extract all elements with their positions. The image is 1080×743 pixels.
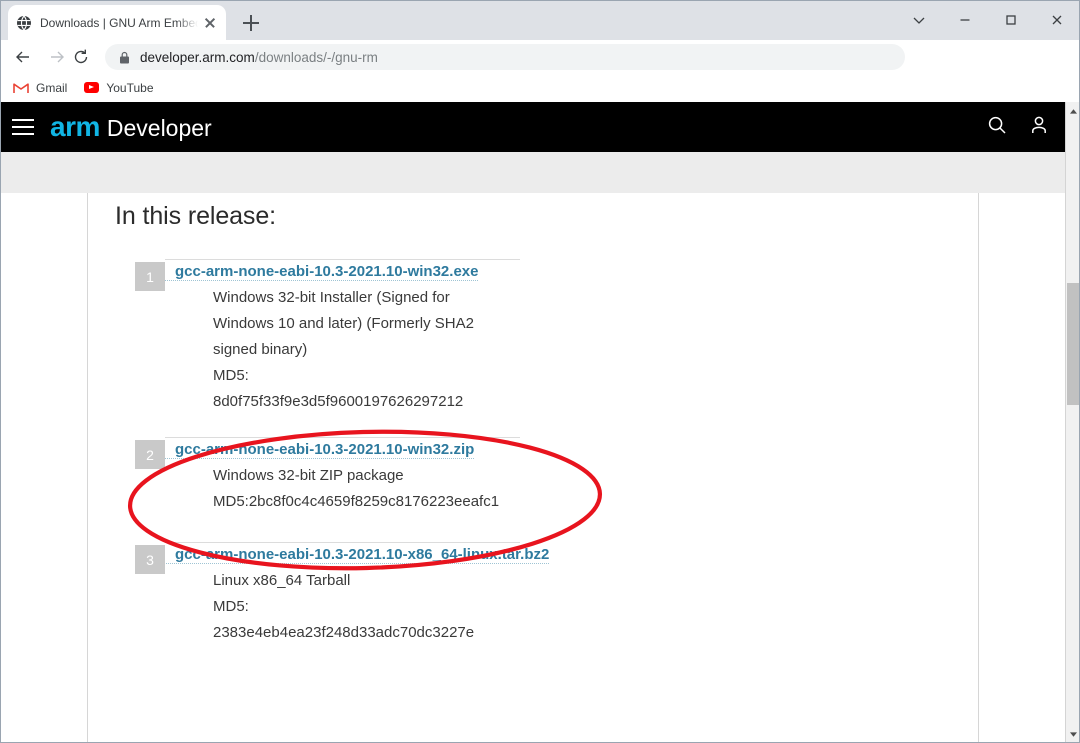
download-link[interactable]: gcc-arm-none-eabi-10.3-2021.10-x86_64-li… xyxy=(150,546,550,564)
url-text: developer.arm.com/downloads/-/gnu-rm xyxy=(140,50,378,65)
globe-icon xyxy=(17,15,31,30)
hamburger-menu-icon[interactable] xyxy=(12,119,34,135)
download-link[interactable]: gcc-arm-none-eabi-10.3-2021.10-win32.exe xyxy=(150,263,479,281)
release-section: In this release: 1 gcc-arm-none-eabi-10.… xyxy=(110,193,610,641)
minimize-icon[interactable] xyxy=(942,0,988,40)
page-viewport: arm Developer In this release: 1 gcc-arm… xyxy=(0,102,1080,743)
item-divider xyxy=(165,437,520,438)
list-item: 3 gcc-arm-none-eabi-10.3-2021.10-x86_64-… xyxy=(110,542,610,646)
left-rail xyxy=(0,193,88,743)
scroll-up-icon[interactable] xyxy=(1066,103,1080,119)
list-item: 2 gcc-arm-none-eabi-10.3-2021.10-win32.z… xyxy=(110,437,610,515)
item-description: Windows 32-bit ZIP package xyxy=(213,467,404,484)
tab-title: Downloads | GNU Arm Embed xyxy=(40,15,198,30)
new-tab-button[interactable] xyxy=(238,10,264,36)
user-account-icon[interactable] xyxy=(1029,115,1049,140)
browser-window: Downloads | GNU Arm Embed developer.arm.… xyxy=(0,0,1080,743)
tab-strip: Downloads | GNU Arm Embed xyxy=(0,0,1080,40)
item-divider xyxy=(165,259,520,260)
reload-icon[interactable] xyxy=(70,46,92,68)
brand-arm-text: arm xyxy=(50,111,100,142)
item-md5-value: 8d0f75f33f9e3d5f9600197626297212 xyxy=(213,393,464,410)
bookmark-label: YouTube xyxy=(106,80,154,95)
page-title: In this release: xyxy=(115,202,276,230)
item-number-badge: 2 xyxy=(135,440,165,469)
item-description: Linux x86_64 Tarball xyxy=(213,572,351,589)
close-icon[interactable] xyxy=(202,15,218,31)
bookmark-label: Gmail xyxy=(36,80,68,95)
item-number-badge: 1 xyxy=(135,262,165,291)
breadcrumb-bar xyxy=(0,152,1065,193)
item-number-badge: 3 xyxy=(135,545,165,574)
bookmark-gmail[interactable]: Gmail xyxy=(13,80,67,96)
gmail-icon xyxy=(13,80,29,96)
address-bar[interactable]: developer.arm.com/downloads/-/gnu-rm xyxy=(105,44,905,70)
forward-arrow-icon[interactable] xyxy=(46,46,68,68)
bookmarks-bar: Gmail YouTube xyxy=(0,73,1080,102)
site-header: arm Developer xyxy=(0,102,1065,152)
window-controls xyxy=(896,0,1080,40)
search-icon[interactable] xyxy=(987,115,1007,140)
scroll-down-icon[interactable] xyxy=(1066,726,1080,742)
page-content: In this release: 1 gcc-arm-none-eabi-10.… xyxy=(0,193,1065,743)
navigation-toolbar: developer.arm.com/downloads/-/gnu-rm xyxy=(0,40,1080,109)
right-rail-divider xyxy=(978,193,979,743)
item-md5-label: MD5: xyxy=(213,367,249,384)
bookmark-youtube[interactable]: YouTube xyxy=(83,80,154,96)
item-description: Windows 32-bit Installer (Signed for Win… xyxy=(213,289,474,358)
site-header-actions xyxy=(987,115,1049,140)
back-arrow-icon[interactable] xyxy=(12,46,34,68)
lock-icon xyxy=(120,51,129,63)
scrollbar-thumb[interactable] xyxy=(1067,283,1079,405)
site-logo[interactable]: arm Developer xyxy=(50,113,212,141)
release-list: 1 gcc-arm-none-eabi-10.3-2021.10-win32.e… xyxy=(110,259,610,646)
chevron-down-icon[interactable] xyxy=(896,0,942,40)
item-md5-value: 2383e4eb4ea23f248d33adc70dc3227e xyxy=(213,624,475,641)
item-divider xyxy=(165,542,520,543)
download-link[interactable]: gcc-arm-none-eabi-10.3-2021.10-win32.zip xyxy=(150,441,475,459)
url-path: /downloads/-/gnu-rm xyxy=(254,49,378,65)
maximize-icon[interactable] xyxy=(988,0,1034,40)
url-domain: developer.arm.com xyxy=(140,49,255,65)
list-item: 1 gcc-arm-none-eabi-10.3-2021.10-win32.e… xyxy=(110,259,610,415)
close-icon[interactable] xyxy=(1034,0,1080,40)
item-md5-label: MD5:2bc8f0c4c4659f8259c8176223eeafc1 xyxy=(213,493,500,510)
item-md5-label: MD5: xyxy=(213,598,249,615)
browser-tab[interactable]: Downloads | GNU Arm Embed xyxy=(8,5,226,40)
page-scrollbar[interactable] xyxy=(1065,102,1080,743)
youtube-icon xyxy=(83,80,99,96)
brand-product-text: Developer xyxy=(106,115,212,141)
